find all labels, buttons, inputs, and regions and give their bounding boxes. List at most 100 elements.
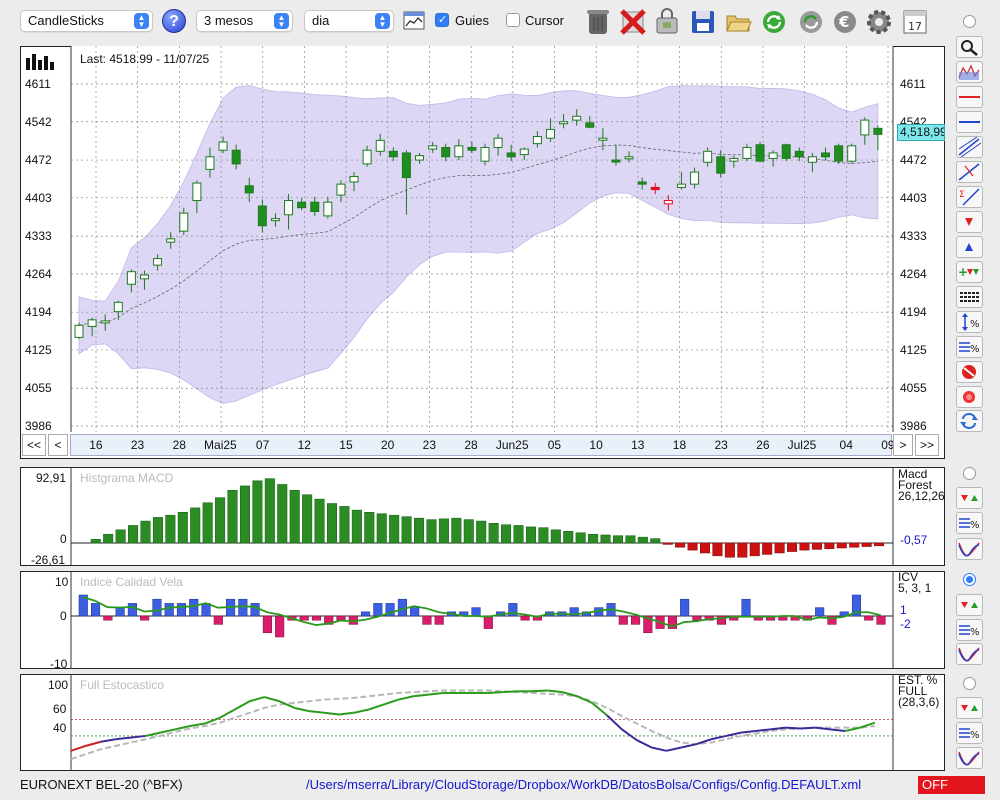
svg-text:17: 17	[908, 20, 922, 33]
macd-bar	[787, 542, 798, 552]
trash-icon[interactable]	[584, 6, 612, 36]
stoch-k-segment	[487, 691, 503, 694]
add-signals-icon[interactable]: +	[956, 261, 983, 283]
x-tick-label: Jun25	[495, 438, 529, 452]
bollinger-icon[interactable]	[956, 61, 983, 83]
fibonacci-icon[interactable]: Σ	[956, 186, 983, 208]
icv-value-1: 1	[900, 603, 907, 617]
candle-body	[284, 200, 294, 216]
lines-list-icon[interactable]	[956, 286, 983, 308]
trendline-icon[interactable]	[956, 161, 983, 183]
macd-bar	[575, 532, 586, 544]
macd-watermark: Histgrama MACD	[80, 471, 174, 485]
macd-bar	[128, 525, 139, 544]
icv-bar	[189, 598, 199, 617]
candle-body	[388, 150, 398, 158]
signals-icon[interactable]	[956, 697, 983, 719]
stoch-k-segment	[800, 726, 816, 730]
x-tick-label: 10	[589, 438, 603, 452]
save-icon[interactable]	[689, 6, 717, 36]
nav-first-button[interactable]: <<	[22, 434, 46, 456]
gear-icon[interactable]	[865, 6, 893, 36]
macd-bar	[687, 542, 698, 551]
price-chart[interactable]	[20, 46, 945, 459]
macd-bar	[476, 520, 487, 544]
panel-radio-stoch[interactable]	[963, 677, 976, 690]
guides-checkbox[interactable]	[435, 13, 449, 27]
chart-settings-icon[interactable]	[403, 10, 425, 32]
chart-type-select[interactable]: CandleSticks ▲ ▼	[20, 10, 153, 32]
stoch-k-segment	[636, 739, 653, 749]
signals-icon[interactable]	[956, 487, 983, 509]
y-tick-label: 3986	[25, 419, 52, 433]
cursor-checkbox[interactable]	[506, 13, 520, 27]
candle-body	[598, 137, 608, 141]
signals-icon[interactable]	[956, 594, 983, 616]
candle-body	[166, 238, 176, 243]
lines-percent-icon[interactable]: %	[956, 722, 983, 744]
arrow-up-blue-icon[interactable]	[956, 236, 983, 258]
panel-radio-icv[interactable]	[963, 573, 976, 586]
macd-bar	[749, 542, 760, 557]
macd-bar	[165, 514, 176, 544]
horizontal-line-blue-icon[interactable]	[956, 111, 983, 133]
candle-body	[690, 171, 700, 185]
nav-last-button[interactable]: >>	[915, 434, 939, 456]
arrow-down-red-icon[interactable]	[956, 211, 983, 233]
nav-next-button[interactable]: >	[893, 434, 913, 456]
lines-percent-icon[interactable]: %	[956, 619, 983, 641]
euro-icon[interactable]: €	[831, 6, 859, 36]
open-folder-icon[interactable]	[724, 6, 752, 36]
stoch-y-100: 100	[48, 678, 69, 692]
zoom-icon[interactable]	[956, 36, 983, 58]
stoch-y-60: 60	[53, 702, 67, 716]
icv-bar	[631, 615, 641, 625]
x-tick-label: 28	[172, 438, 186, 452]
oscillator-icon[interactable]	[956, 643, 983, 665]
stoch-k-segment	[309, 710, 325, 714]
macd-params: 26,12,26	[898, 489, 945, 503]
macd-value: -0,57	[900, 533, 928, 547]
nav-prev-button[interactable]: <	[48, 434, 68, 456]
stoch-k-segment	[398, 695, 414, 701]
delete-icon[interactable]	[619, 6, 647, 36]
lines-percent-icon[interactable]: %	[956, 336, 983, 358]
lock-icon[interactable]	[653, 6, 681, 36]
swap-icon[interactable]	[956, 410, 983, 432]
x-tick-label: 04	[839, 438, 853, 452]
x-tick-label: 13	[631, 438, 645, 452]
bars-chart-icon[interactable]	[26, 52, 58, 73]
candle-body	[362, 149, 372, 165]
help-button[interactable]: ?	[162, 9, 186, 33]
panel-radio-macd[interactable]	[963, 467, 976, 480]
scale-percent-icon[interactable]: %	[956, 311, 983, 333]
macd-bar	[239, 485, 250, 544]
lines-percent-icon[interactable]: %	[956, 512, 983, 534]
panel-radio-price[interactable]	[963, 15, 976, 28]
calendar-icon[interactable]: 17	[901, 6, 929, 36]
candle-body	[585, 122, 595, 128]
oscillator-icon[interactable]	[956, 747, 983, 769]
config-path-link[interactable]: /Users/mserra/Library/CloudStorage/Dropb…	[306, 777, 861, 792]
stoch-k-segment	[100, 738, 116, 743]
channel-icon[interactable]	[956, 136, 983, 158]
period-select[interactable]: 3 mesos ▲ ▼	[196, 10, 293, 32]
refresh-icon[interactable]	[760, 6, 788, 36]
record-icon[interactable]	[956, 386, 983, 408]
mode-badge[interactable]: OFF	[918, 776, 985, 794]
interval-select[interactable]: dia ▲ ▼	[304, 10, 394, 32]
icv-bar	[164, 603, 174, 617]
stoch-k-segment	[785, 726, 801, 730]
y-tick-label: 4264	[900, 266, 927, 281]
candle-body	[231, 149, 241, 165]
horizontal-line-red-icon[interactable]	[956, 86, 983, 108]
candle-body	[716, 156, 726, 174]
oscillator-icon[interactable]	[956, 538, 983, 560]
sync-icon[interactable]	[797, 6, 825, 36]
no-entry-icon[interactable]	[956, 361, 983, 383]
candle-body	[807, 156, 817, 163]
stoch-k-segment	[338, 711, 354, 716]
stoch-k-segment	[353, 708, 369, 714]
stoch-watermark: Full Estocastico	[80, 678, 165, 692]
x-tick-label: 23	[130, 438, 145, 452]
